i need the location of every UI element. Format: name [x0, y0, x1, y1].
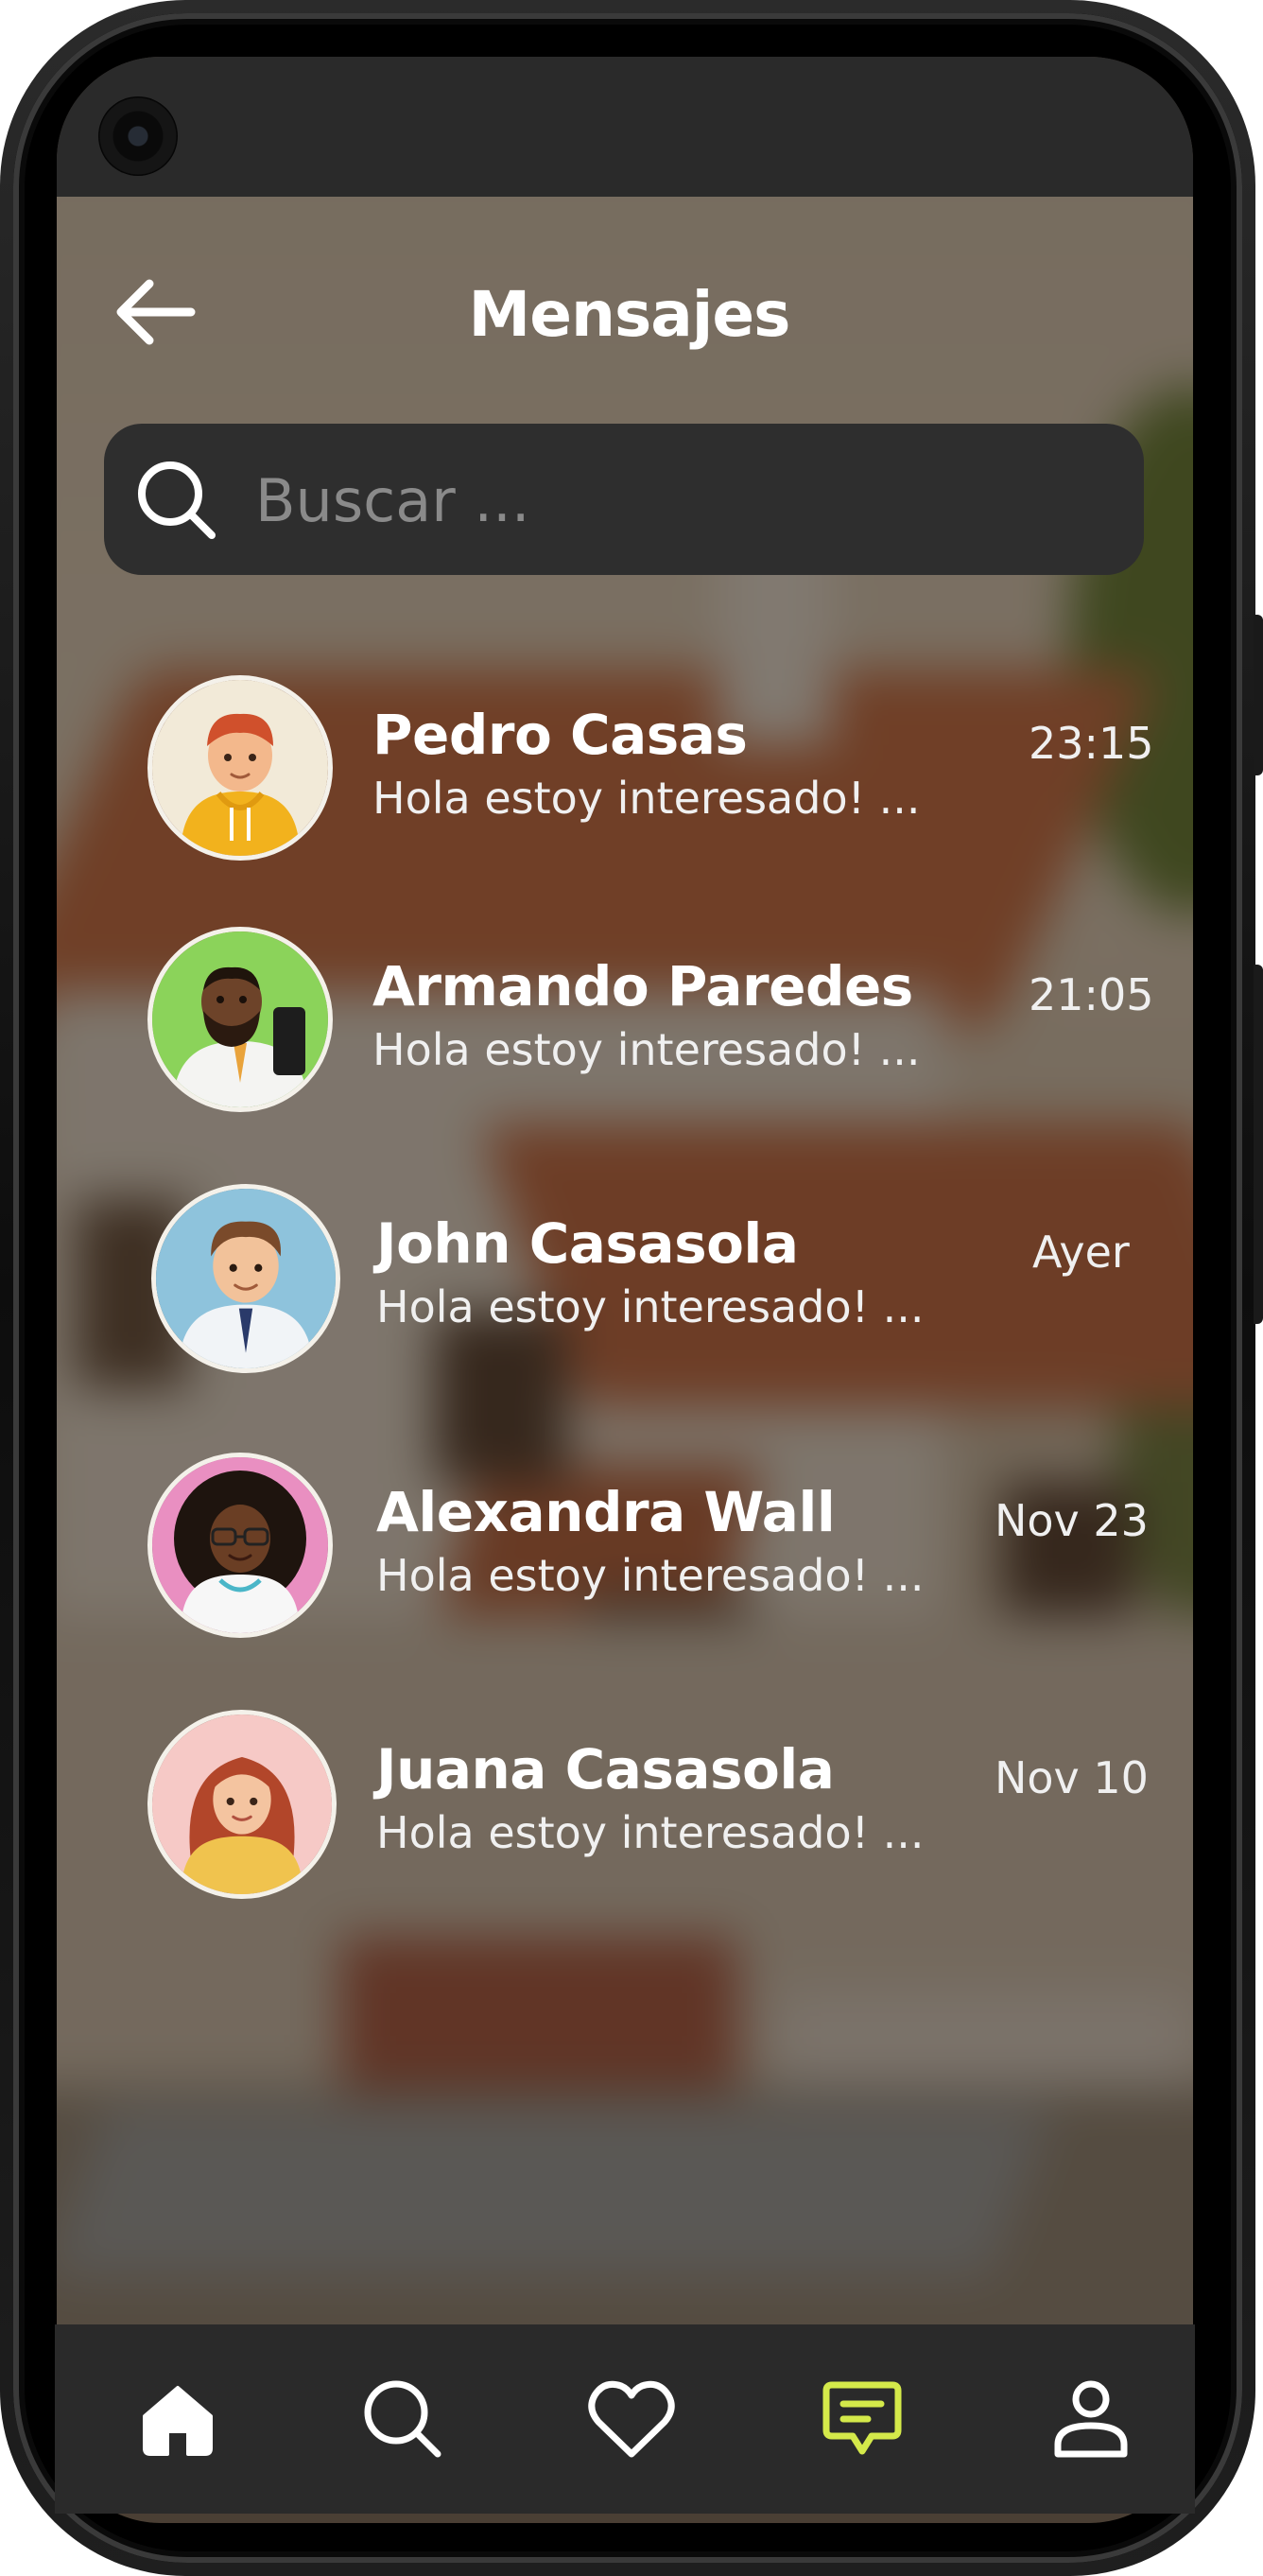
nav-favorites[interactable]: [584, 2372, 679, 2466]
nav-messages[interactable]: [815, 2372, 909, 2466]
avatar: [147, 927, 333, 1112]
nav-home[interactable]: [130, 2372, 225, 2466]
message-time: Nov 23: [995, 1495, 1149, 1546]
nav-search[interactable]: [355, 2372, 450, 2466]
heart-icon: [588, 2380, 675, 2458]
search-icon: [364, 2380, 441, 2458]
nav-profile[interactable]: [1044, 2372, 1138, 2466]
contact-name: John Casasola: [376, 1211, 799, 1276]
message-time: Nov 10: [995, 1752, 1149, 1803]
chat-item-john-casasola[interactable]: John Casasola Hola estoy interesado! ...…: [151, 1184, 1172, 1392]
message-time: Ayer: [1032, 1227, 1130, 1278]
phone-device: Mensajes Buscar ... Pedro Casas Hola est…: [0, 0, 1263, 2576]
avatar: [147, 1710, 337, 1899]
home-icon: [143, 2386, 213, 2456]
chat-list: Pedro Casas Hola estoy interesado! ... 2…: [0, 0, 1263, 2576]
message-preview: Hola estoy interesado! ...: [372, 1024, 921, 1075]
contact-name: Alexandra Wall: [376, 1480, 836, 1544]
message-time: 23:15: [1029, 718, 1154, 769]
message-time: 21:05: [1029, 969, 1154, 1020]
chat-item-armando-paredes[interactable]: Armando Paredes Hola estoy interesado! .…: [147, 927, 1168, 1135]
avatar: [147, 1453, 333, 1638]
chat-item-alexandra-wall[interactable]: Alexandra Wall Hola estoy interesado! ..…: [147, 1453, 1168, 1661]
message-preview: Hola estoy interesado! ...: [376, 1550, 925, 1601]
chat-item-pedro-casas[interactable]: Pedro Casas Hola estoy interesado! ... 2…: [147, 675, 1168, 883]
chat-item-juana-casasola[interactable]: Juana Casasola Hola estoy interesado! ..…: [147, 1710, 1168, 1918]
message-preview: Hola estoy interesado! ...: [376, 1281, 925, 1332]
contact-name: Pedro Casas: [372, 703, 748, 767]
message-preview: Hola estoy interesado! ...: [376, 1807, 925, 1858]
message-preview: Hola estoy interesado! ...: [372, 773, 921, 824]
contact-name: Armando Paredes: [372, 954, 913, 1018]
avatar: [151, 1184, 340, 1373]
profile-icon: [1054, 2380, 1128, 2458]
avatar: [147, 675, 333, 861]
bottom-navigation: [55, 2324, 1195, 2514]
contact-name: Juana Casasola: [376, 1737, 835, 1801]
chat-icon: [822, 2381, 902, 2455]
